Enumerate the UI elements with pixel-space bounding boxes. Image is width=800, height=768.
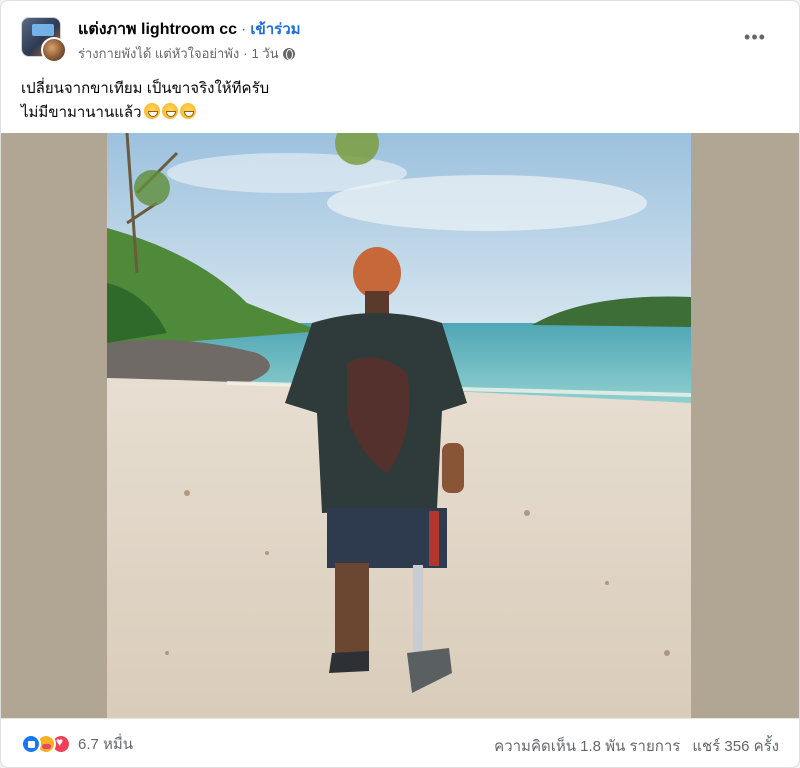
meta-separator: · <box>243 46 248 61</box>
post-header: แต่งภาพ lightroom cc · เข้าร่วม ร่างกายพัง… <box>1 1 799 69</box>
author-avatar[interactable] <box>41 37 67 63</box>
caption-line-2: ไม่มีขามานานแล้ว <box>21 104 142 121</box>
lightroom-logo-icon <box>32 24 54 36</box>
like-reaction-icon <box>21 734 41 754</box>
post-footer: 6.7 หมื่น ความคิดเห็น 1.8 พัน รายการ แชร… <box>1 718 799 767</box>
join-group-link[interactable]: เข้าร่วม <box>250 21 300 38</box>
post-card: แต่งภาพ lightroom cc · เข้าร่วม ร่างกายพัง… <box>0 0 800 768</box>
post-photo[interactable] <box>107 133 691 718</box>
separator-dot: · <box>241 21 247 38</box>
post-timestamp[interactable]: 1 วัน <box>252 43 279 64</box>
post-caption: เปลี่ยนจากขาเทียม เป็นขาจริงให้ทีครับ ไม… <box>21 77 269 125</box>
more-options-button[interactable]: ••• <box>739 25 771 49</box>
caption-line-1: เปลี่ยนจากขาเทียม เป็นขาจริงให้ทีครับ <box>21 80 270 97</box>
group-name-link[interactable]: แต่งภาพ lightroom cc <box>78 21 237 38</box>
grinning-emoji-icon <box>143 103 160 119</box>
post-media[interactable] <box>1 133 799 718</box>
comment-count-link[interactable]: ความคิดเห็น 1.8 พัน รายการ <box>494 734 680 758</box>
beach-photo-illustration <box>107 133 691 718</box>
engagement-stats: ความคิดเห็น 1.8 พัน รายการ แชร์ 356 ครั้… <box>494 734 779 758</box>
grinning-emoji-icon <box>161 103 178 119</box>
avatar-stack[interactable] <box>21 17 67 63</box>
share-count-link[interactable]: แชร์ 356 ครั้ง <box>692 734 779 758</box>
author-name-link[interactable]: ร่างกายพังได้ แต่หัวใจอย่าพัง <box>78 43 239 64</box>
grinning-emoji-icon <box>179 103 196 119</box>
globe-icon <box>282 47 295 60</box>
group-title-row: แต่งภาพ lightroom cc · เข้าร่วม <box>78 17 301 42</box>
reaction-summary[interactable]: 6.7 หมื่น <box>21 732 133 756</box>
reaction-count[interactable]: 6.7 หมื่น <box>78 732 133 756</box>
post-meta: ร่างกายพังได้ แต่หัวใจอย่าพัง · 1 วัน <box>78 43 295 64</box>
caption-line-2-row: ไม่มีขามานานแล้ว <box>21 101 269 125</box>
